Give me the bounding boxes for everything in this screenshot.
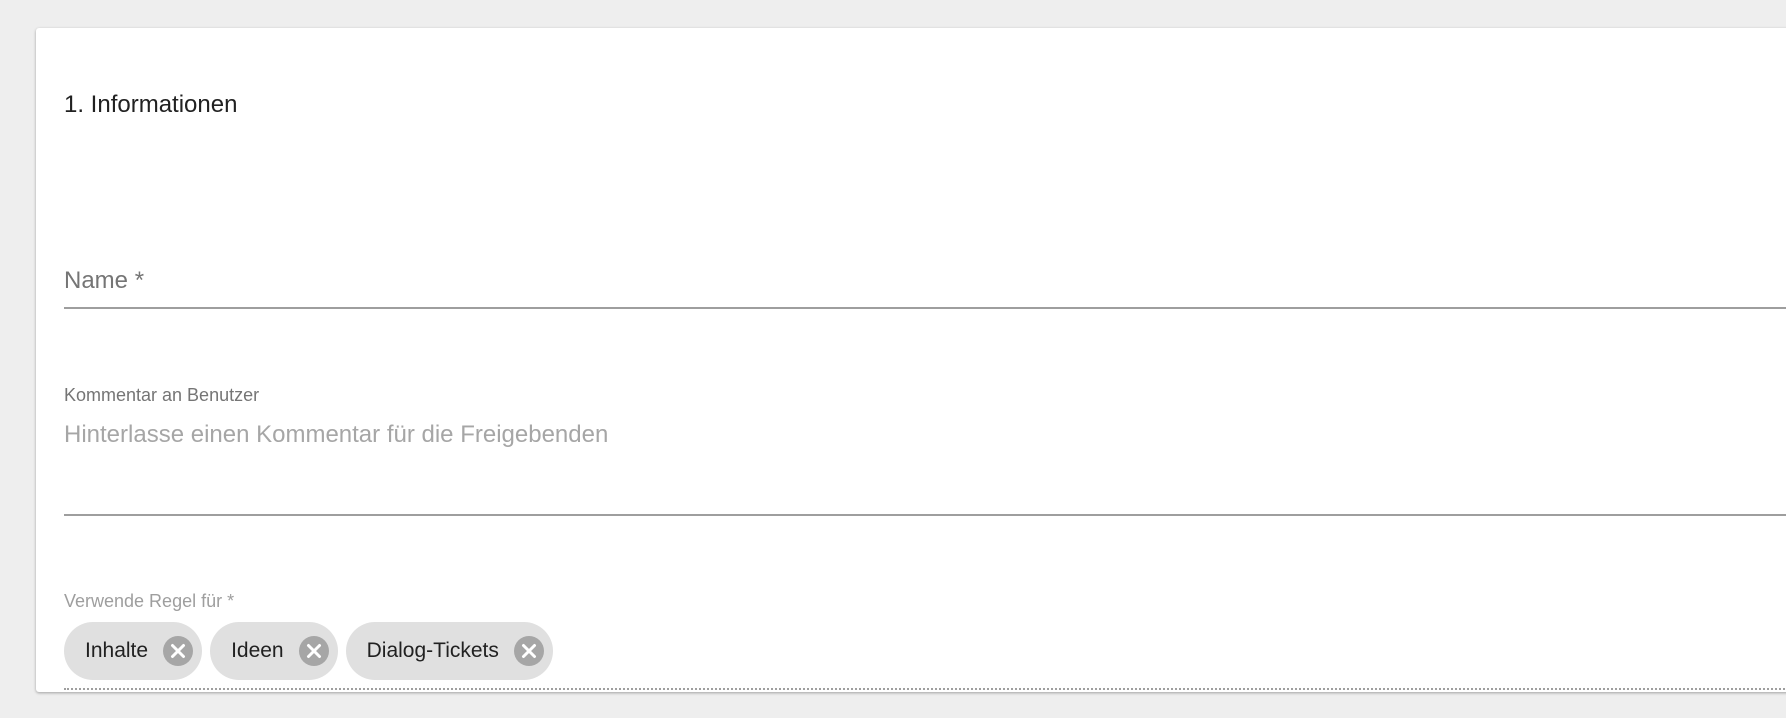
chip-label: Dialog-Tickets: [366, 639, 499, 662]
chip-label: Ideen: [231, 639, 284, 662]
chip-ideen[interactable]: Ideen: [210, 622, 338, 680]
cancel-circle-icon[interactable]: [513, 635, 545, 667]
comment-underline: [64, 514, 1786, 516]
section-title: 1. Informationen: [64, 91, 238, 118]
rule-chip-field[interactable]: Verwende Regel für * Inhalte Ideen Dialo…: [64, 584, 1786, 696]
cancel-circle-icon[interactable]: [162, 635, 194, 667]
comment-label: Kommentar an Benutzer: [64, 385, 260, 405]
chip-inhalte[interactable]: Inhalte: [64, 622, 203, 680]
rule-label: Verwende Regel für *: [64, 591, 235, 611]
cancel-circle-icon[interactable]: [298, 635, 330, 667]
form-card: 1. Informationen Name * Kommentar an Ben…: [36, 28, 1786, 692]
name-underline: [64, 307, 1786, 309]
name-field[interactable]: Name *: [64, 228, 1786, 310]
chip-list: Inhalte Ideen Dialog-Tickets: [64, 622, 553, 680]
chip-field-underline: [64, 688, 1786, 690]
chip-dialog-tickets[interactable]: Dialog-Tickets: [345, 622, 553, 680]
comment-textarea[interactable]: [64, 420, 1786, 500]
chip-label: Inhalte: [85, 639, 149, 662]
comment-field[interactable]: Kommentar an Benutzer: [64, 378, 1786, 518]
name-input[interactable]: [64, 262, 1786, 302]
